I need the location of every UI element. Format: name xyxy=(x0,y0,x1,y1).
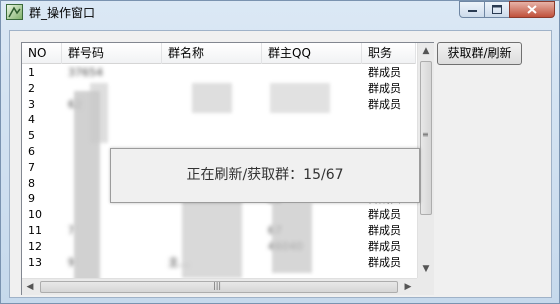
table-cell-role: 群成员 xyxy=(368,97,401,111)
scroll-up-icon[interactable]: ▲ xyxy=(418,43,434,59)
scrollbar-corner xyxy=(417,278,434,295)
horizontal-scrollbar[interactable]: ◀ ||| ▶ xyxy=(22,278,417,295)
horizontal-scroll-thumb[interactable]: ||| xyxy=(40,281,398,293)
table-cell-name xyxy=(162,128,262,144)
minimize-button[interactable] xyxy=(459,1,485,18)
scroll-down-icon[interactable]: ▼ xyxy=(418,261,434,277)
table-cell-role: 群成员 xyxy=(368,255,401,269)
close-icon xyxy=(527,5,537,14)
redaction-block xyxy=(270,83,330,113)
table-cell-no: 5 xyxy=(28,129,35,143)
table-cell-owner xyxy=(262,112,362,128)
progress-dialog: 正在刷新/获取群：15/67 xyxy=(110,148,420,203)
scroll-left-icon[interactable]: ◀ xyxy=(22,279,38,295)
table-cell-no: 3 xyxy=(28,97,35,111)
list-header: NO 群号码 群名称 群主QQ 职务 xyxy=(22,43,416,64)
table-row[interactable]: 1 37654 群成员 xyxy=(22,65,416,81)
maximize-icon xyxy=(492,5,502,14)
table-cell-no: 7 xyxy=(28,160,35,174)
minimize-icon xyxy=(467,9,477,12)
table-cell-role: 群成员 xyxy=(368,224,401,237)
main-window: 群_操作窗口 NO 群号码 群名称 群主QQ 职务 1 37654 群成员 2 群成员 3… xyxy=(0,0,560,304)
refresh-groups-button[interactable]: 获取群/刷新 xyxy=(437,42,522,65)
close-button[interactable] xyxy=(509,1,555,18)
maximize-button[interactable] xyxy=(484,1,510,18)
title-bar[interactable]: 群_操作窗口 xyxy=(1,1,559,23)
redaction-block xyxy=(272,203,312,273)
table-cell-role: 群成员 xyxy=(368,208,401,222)
table-cell-role: 群成员 xyxy=(368,81,401,95)
table-cell-name xyxy=(162,112,262,128)
window-title: 群_操作窗口 xyxy=(29,6,96,20)
table-cell-no: 4 xyxy=(28,113,35,127)
redaction-block xyxy=(182,193,242,278)
table-cell-owner xyxy=(262,128,362,144)
table-cell-no: 6 xyxy=(28,145,35,158)
table-cell-no: 1 xyxy=(28,66,35,79)
column-header-owner-qq[interactable]: 群主QQ xyxy=(262,43,362,64)
column-header-no[interactable]: NO xyxy=(22,43,62,64)
table-cell-owner xyxy=(262,65,362,81)
grip-icon: ||| xyxy=(213,281,222,290)
redaction-block xyxy=(90,83,108,143)
table-cell-no: 9 xyxy=(28,192,35,206)
table-cell-name xyxy=(162,65,262,81)
column-header-role[interactable]: 职务 xyxy=(362,43,416,64)
progress-text: 正在刷新/获取群：15/67 xyxy=(186,167,344,183)
table-cell-no: 13 xyxy=(28,255,42,269)
table-cell-no: 12 xyxy=(28,239,42,253)
app-icon xyxy=(6,4,23,20)
vertical-scroll-thumb[interactable]: ≡ xyxy=(420,61,432,215)
scroll-right-icon[interactable]: ▶ xyxy=(400,279,416,295)
table-cell-role: 群成员 xyxy=(368,66,401,79)
table-cell-role: 群成员 xyxy=(368,239,401,253)
table-cell-no: 10 xyxy=(28,208,42,222)
table-cell-no: 8 xyxy=(28,176,35,190)
table-cell-qq: 37654 xyxy=(68,66,103,79)
table-cell-role xyxy=(362,128,416,144)
grip-icon: ≡ xyxy=(422,130,429,139)
table-cell-no: 2 xyxy=(28,81,35,95)
table-cell-no: 11 xyxy=(28,224,42,237)
redaction-block xyxy=(192,83,232,113)
column-header-group-name[interactable]: 群名称 xyxy=(162,43,262,64)
client-area: NO 群号码 群名称 群主QQ 职务 137654群成员2群成员362群成员45… xyxy=(9,30,552,298)
column-header-group-number[interactable]: 群号码 xyxy=(62,43,162,64)
table-cell-role xyxy=(362,112,416,128)
